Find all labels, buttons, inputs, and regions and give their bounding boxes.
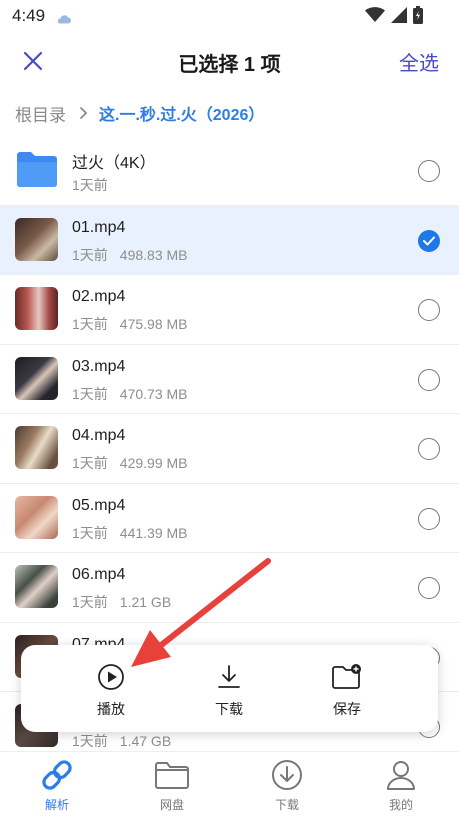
list-item-video[interactable]: 01.mp4 1天前 498.83 MB (0, 205, 459, 275)
tab-bar: 解析 网盘 下载 我的 (0, 751, 459, 816)
select-radio[interactable] (418, 299, 440, 321)
signal-icon (391, 7, 407, 28)
tab-parse[interactable]: 解析 (17, 758, 97, 813)
play-label: 播放 (97, 701, 125, 717)
file-time: 1天前 (72, 246, 108, 263)
wifi-icon (365, 7, 385, 28)
file-name: 06.mp4 (72, 566, 126, 583)
play-circle-icon (98, 664, 124, 690)
file-meta: 1天前 475.98 MB (72, 314, 188, 334)
file-time: 1天前 (72, 733, 108, 749)
breadcrumb-root[interactable]: 根目录 (15, 101, 66, 126)
list-item-video[interactable]: 04.mp4 1天前 429.99 MB (0, 414, 459, 484)
save-label: 保存 (333, 701, 361, 717)
file-name: 04.mp4 (72, 427, 126, 444)
status-time: 4:49 (12, 6, 46, 25)
file-meta: 1天前 498.83 MB (72, 245, 188, 265)
select-radio[interactable] (418, 160, 440, 182)
video-thumbnail (15, 565, 58, 608)
video-thumbnail (15, 495, 58, 539)
tab-download-label: 下载 (274, 798, 299, 812)
user-icon (387, 761, 415, 790)
status-icons (365, 6, 423, 29)
file-name: 01.mp4 (72, 218, 126, 236)
tab-cloud[interactable]: 网盘 (132, 758, 212, 813)
file-meta: 1天前 429.99 MB (72, 453, 188, 473)
tab-mine[interactable]: 我的 (361, 758, 441, 813)
file-name: 02.mp4 (72, 288, 126, 305)
video-thumbnail (15, 426, 58, 469)
file-time: 1天前 (72, 177, 108, 193)
tab-parse-label: 解析 (44, 798, 69, 812)
file-size: 441.39 MB (119, 524, 188, 541)
file-meta: 1天前 1.47 GB (72, 731, 171, 751)
checkmark-icon (423, 236, 435, 245)
tab-mine-label: 我的 (388, 798, 413, 812)
file-name: 05.mp4 (72, 496, 126, 514)
file-size: 498.83 MB (119, 246, 188, 263)
video-thumbnail (15, 356, 58, 400)
file-time: 1天前 (72, 594, 108, 610)
battery-icon (413, 6, 423, 29)
select-radio[interactable] (418, 577, 440, 599)
file-size: 1.47 GB (119, 733, 172, 749)
file-size: 475.98 MB (119, 316, 188, 332)
select-radio[interactable] (418, 438, 440, 460)
download-button[interactable]: 下载 (194, 663, 264, 719)
list-item-video[interactable]: 05.mp4 1天前 441.39 MB (0, 484, 459, 553)
page-title: 已选择 1 项 (178, 54, 281, 76)
file-size: 1.21 GB (119, 594, 172, 610)
tab-download[interactable]: 下载 (247, 758, 327, 813)
nav-bar: 已选择 1 项 全选 (0, 38, 459, 84)
folder-icon (155, 762, 189, 789)
select-all-button[interactable]: 全选 (399, 47, 439, 76)
list-item-folder[interactable]: 过火（4K） 1天前 (0, 136, 459, 206)
link-icon (42, 760, 72, 790)
breadcrumb-current: 这.一.秒.过.火（2026） (99, 107, 265, 124)
select-radio-checked[interactable] (418, 229, 440, 252)
file-size: 470.73 MB (119, 385, 188, 402)
list-item-video[interactable]: 02.mp4 1天前 475.98 MB (0, 275, 459, 345)
list-item-video[interactable]: 03.mp4 1天前 470.73 MB (0, 345, 459, 414)
list-item-video[interactable]: 06.mp4 1天前 1.21 GB (0, 553, 459, 623)
file-meta: 1天前 470.73 MB (72, 384, 188, 404)
select-radio[interactable] (418, 507, 440, 530)
folder-add-icon (332, 664, 361, 689)
select-radio[interactable] (418, 368, 440, 391)
video-thumbnail (15, 287, 58, 330)
status-bar: 4:49 (0, 0, 459, 32)
tab-cloud-label: 网盘 (159, 798, 184, 812)
download-label: 下载 (215, 701, 243, 717)
file-name: 03.mp4 (72, 357, 126, 375)
action-sheet: 播放 下载 保存 (21, 645, 438, 732)
file-time: 1天前 (72, 316, 108, 332)
download-circle-icon (272, 760, 302, 790)
file-time: 1天前 (72, 385, 108, 402)
file-meta: 1天前 (72, 175, 108, 195)
file-meta: 1天前 441.39 MB (72, 523, 188, 543)
file-size: 429.99 MB (119, 455, 188, 471)
save-button[interactable]: 保存 (312, 663, 382, 719)
file-time: 1天前 (72, 524, 108, 541)
file-time: 1天前 (72, 455, 108, 471)
download-icon (218, 665, 240, 688)
file-meta: 1天前 1.21 GB (72, 592, 171, 612)
folder-icon (17, 152, 57, 187)
video-thumbnail (15, 217, 58, 261)
file-name: 过火（4K） (72, 155, 156, 172)
cloud-icon (57, 11, 71, 29)
play-button[interactable]: 播放 (76, 663, 146, 719)
chevron-right-icon (79, 106, 88, 120)
breadcrumb: 根目录 这.一.秒.过.火（2026） (15, 100, 264, 126)
